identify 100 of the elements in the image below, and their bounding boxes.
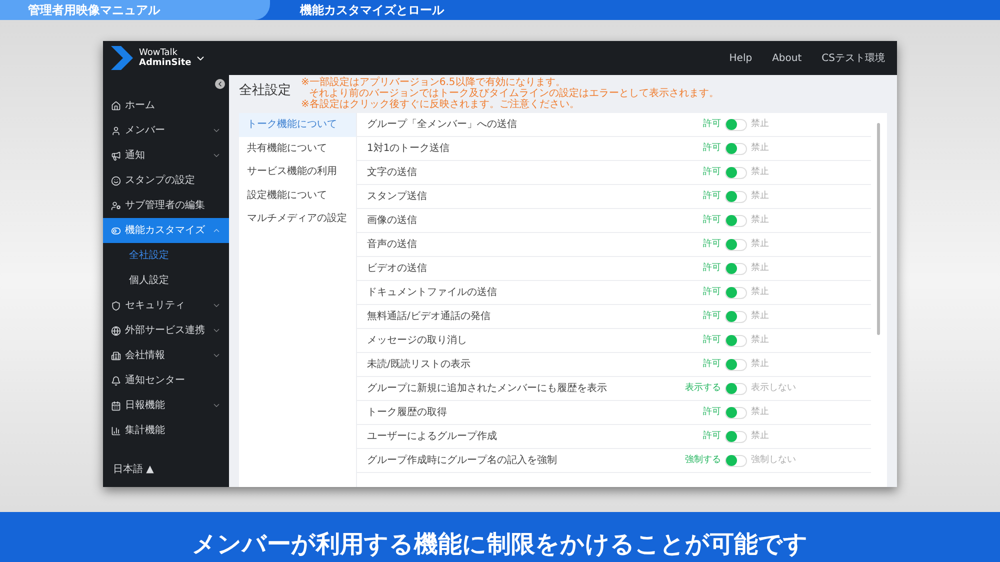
person-icon	[111, 126, 121, 136]
toggle-knob[interactable]	[726, 455, 737, 466]
toggle-knob[interactable]	[726, 407, 737, 418]
setting-label: ビデオの送信	[367, 262, 427, 276]
setting-label: 1対1のトーク送信	[367, 142, 450, 156]
globe-icon	[111, 326, 121, 336]
deny-label: 禁止	[751, 358, 769, 371]
toggle-knob[interactable]	[726, 383, 737, 394]
bell-icon	[111, 376, 121, 386]
allow-label: 許可	[702, 430, 721, 443]
toggle-track[interactable]	[725, 262, 747, 274]
allow-label: 許可	[702, 358, 721, 371]
shield-icon	[111, 300, 121, 310]
toggle-knob[interactable]	[726, 119, 737, 130]
section-tab[interactable]: マルチメディアの設定	[239, 207, 356, 230]
allow-label: 許可	[702, 190, 721, 203]
video-title: 機能カスタマイズとロール	[300, 2, 444, 19]
toggle-track[interactable]	[725, 286, 747, 298]
setting-label: トーク履歴の取得	[367, 406, 447, 420]
toggle-knob[interactable]	[726, 167, 737, 178]
toggle-knob[interactable]	[726, 335, 737, 346]
toggle-knob[interactable]	[726, 311, 737, 322]
sidebar-subitem[interactable]: 個人設定	[103, 268, 229, 293]
deny-label: 表示しない	[751, 382, 796, 395]
sidebar-item[interactable]: 会社情報	[103, 343, 229, 368]
sidebar-item[interactable]: 日報機能	[103, 393, 229, 418]
sidebar-item[interactable]: スタンプの設定	[103, 168, 229, 193]
toggle-knob[interactable]	[726, 359, 737, 370]
toggle-knob[interactable]	[726, 215, 737, 226]
toggle-track[interactable]	[725, 118, 747, 130]
toggle-knob[interactable]	[726, 263, 737, 274]
setting-label: 文字の送信	[367, 166, 417, 180]
setting-label: 音声の送信	[367, 238, 417, 252]
toggle-track[interactable]	[725, 310, 747, 322]
toggle-track[interactable]	[725, 430, 747, 442]
toggle-knob[interactable]	[726, 239, 737, 250]
sidebar-item[interactable]: メンバー	[103, 118, 229, 143]
sidebar-item[interactable]: 集計機能	[103, 418, 229, 443]
deny-label: 禁止	[751, 310, 769, 323]
section-tab[interactable]: サービス機能の利用	[239, 160, 356, 184]
toggle-track[interactable]	[725, 406, 747, 418]
logo-text: WowTalk	[139, 48, 178, 58]
top-link[interactable]: CSテスト環境	[822, 50, 885, 66]
toggle-track[interactable]	[725, 238, 747, 250]
sidebar-item[interactable]: 通知センター	[103, 368, 229, 393]
toggle-knob[interactable]	[726, 431, 737, 442]
deny-label: 禁止	[751, 190, 769, 203]
deny-label: 禁止	[751, 118, 769, 131]
deny-label: 禁止	[751, 430, 769, 443]
logo-icon	[111, 46, 133, 70]
sidebar-item[interactable]: 外部サービス連携	[103, 318, 229, 343]
toggle-track[interactable]	[725, 358, 747, 370]
sidebar-item[interactable]: サブ管理者の編集	[103, 193, 229, 218]
allow-label: 許可	[702, 166, 721, 179]
manual-badge: 管理者用映像マニュアル	[0, 0, 270, 20]
sidebar-item[interactable]: ホーム	[103, 93, 229, 118]
toggle-track[interactable]	[725, 190, 747, 202]
toggle-track[interactable]	[725, 214, 747, 226]
deny-label: 禁止	[751, 214, 769, 227]
deny-label: 禁止	[751, 334, 769, 347]
collapse-icon[interactable]	[215, 79, 225, 89]
home-icon	[111, 100, 121, 110]
toggle-track[interactable]	[725, 166, 747, 178]
setting-label: 無料通話/ビデオ通話の発信	[367, 310, 490, 324]
toggle-track[interactable]	[725, 142, 747, 154]
sidebar-item[interactable]: 通知	[103, 143, 229, 168]
sidebar-subitem[interactable]: 全社設定	[103, 243, 229, 268]
calendar-icon	[111, 400, 121, 410]
section-tab[interactable]: 設定機能について	[239, 184, 356, 207]
allow-label: 許可	[702, 334, 721, 347]
setting-label: グループに新規に追加されたメンバーにも履歴を表示	[367, 382, 607, 396]
setting-label: メッセージの取り消し	[367, 334, 467, 348]
setting-label: 画像の送信	[367, 214, 417, 228]
setting-label: スタンプ送信	[367, 190, 427, 204]
toggle-knob[interactable]	[726, 287, 737, 298]
allow-label: 強制する	[684, 454, 721, 467]
toggle-track[interactable]	[725, 454, 747, 466]
top-link[interactable]: About	[772, 50, 802, 66]
section-tab[interactable]: トーク機能について	[239, 113, 356, 136]
allow-label: 許可	[702, 142, 721, 155]
toggle-track[interactable]	[725, 334, 747, 346]
toggle-knob[interactable]	[726, 191, 737, 202]
section-tab[interactable]: 共有機能について	[239, 136, 356, 160]
sidebar-item[interactable]: セキュリティ	[103, 293, 229, 318]
toggle-track[interactable]	[725, 382, 747, 394]
language-selector[interactable]: 日本語 ▲	[113, 464, 154, 475]
allow-label: 許可	[702, 286, 721, 299]
deny-label: 禁止	[751, 238, 769, 251]
person-icon	[111, 200, 121, 210]
allow-label: 許可	[702, 406, 721, 419]
toggle-knob[interactable]	[726, 143, 737, 154]
page-title: 全社設定	[239, 82, 292, 100]
warning-note: それより前のバージョンではトーク及びタイムラインの設定はエラーとして表示されます。	[308, 88, 719, 99]
allow-label: 表示する	[684, 382, 721, 395]
chart-icon	[111, 426, 121, 436]
top-link[interactable]: Help	[729, 50, 752, 66]
sidebar-item[interactable]: 機能カスタマイズ	[103, 218, 229, 243]
setting-label: ドキュメントファイルの送信	[367, 286, 497, 300]
deny-label: 禁止	[751, 142, 769, 155]
allow-label: 許可	[702, 262, 721, 275]
